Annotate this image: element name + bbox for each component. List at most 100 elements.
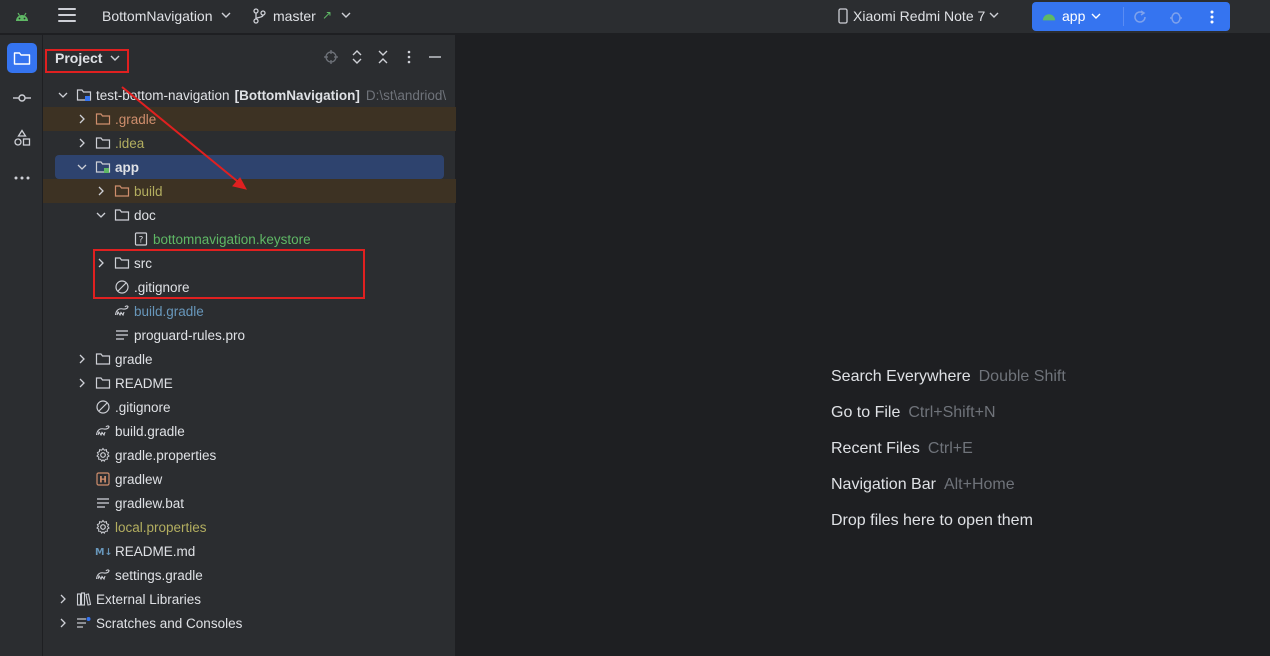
project-view-selector[interactable]: Project — [55, 50, 120, 66]
hide-panel-icon[interactable] — [428, 50, 442, 64]
project-panel: Project test-bottom-navigation [BottomNa… — [43, 35, 456, 656]
shell-script-icon: H — [96, 472, 110, 486]
tree-node-gitignore-file[interactable]: .gitignore — [43, 395, 456, 419]
tree-label: settings.gradle — [115, 567, 203, 583]
tree-label: README — [115, 375, 173, 391]
outgoing-commits-icon: ↗ — [322, 8, 333, 22]
hint-action: Drop files here to open them — [831, 512, 1033, 529]
tree-node-external-libraries[interactable]: External Libraries — [43, 587, 456, 611]
chevron-right-icon — [79, 138, 85, 148]
tree-node-proguard-file[interactable]: proguard-rules.pro — [43, 323, 456, 347]
collapse-all-icon[interactable] — [376, 50, 390, 64]
tree-label: .gradle — [115, 111, 157, 127]
folder-icon — [114, 209, 130, 221]
chevron-right-icon — [79, 378, 85, 388]
hint-navigation-bar: Navigation Bar Alt+Home — [831, 476, 1015, 494]
expand-all-icon[interactable] — [350, 50, 364, 64]
folder-icon — [95, 353, 111, 365]
tree-node-settings-gradle-file[interactable]: settings.gradle — [43, 563, 456, 587]
markdown-icon: M↓ — [95, 547, 111, 558]
rerun-icon[interactable] — [1132, 9, 1148, 25]
tree-node-gradlew-bat-file[interactable]: gradlew.bat — [43, 491, 456, 515]
project-panel-header: Project — [43, 35, 456, 80]
tree-node-readme-folder[interactable]: README — [43, 371, 456, 395]
folder-icon — [95, 113, 111, 125]
project-tool-button[interactable] — [7, 43, 37, 73]
project-view-label: Project — [55, 50, 103, 66]
tree-node-gradle-folder[interactable]: gradle — [43, 347, 456, 371]
commit-tool-button[interactable] — [7, 83, 37, 113]
chevron-down-icon[interactable] — [221, 10, 231, 20]
run-toolbar: app — [1032, 2, 1230, 31]
more-vertical-icon[interactable] — [1204, 9, 1220, 25]
tree-node-readme-md-file[interactable]: M↓ README.md — [43, 539, 456, 563]
chevron-down-icon[interactable] — [989, 10, 999, 20]
resource-manager-button[interactable] — [7, 123, 37, 153]
main-menu-icon[interactable] — [58, 8, 76, 24]
hint-shortcut: Ctrl+Shift+N — [908, 404, 996, 421]
tree-label: bottomnavigation.keystore — [153, 231, 311, 247]
tree-label: build — [134, 183, 163, 199]
hint-action: Recent Files — [831, 440, 920, 457]
tree-node-doc-dir[interactable]: doc — [43, 203, 456, 227]
more-horizontal-icon — [14, 176, 30, 180]
module-name: [BottomNavigation] — [234, 87, 360, 103]
tree-label: test-bottom-navigation — [96, 87, 230, 103]
project-selector[interactable]: BottomNavigation — [102, 8, 213, 24]
locate-file-icon[interactable] — [324, 50, 338, 64]
tree-node-root[interactable]: test-bottom-navigation [BottomNavigation… — [43, 83, 456, 107]
tree-label: gradlew.bat — [115, 495, 185, 511]
project-path: D:\st\andriod\ — [365, 87, 447, 103]
hint-search-everywhere: Search Everywhere Double Shift — [831, 368, 1066, 386]
tree-label: .idea — [115, 135, 145, 151]
tree-node-local-properties-file[interactable]: local.properties — [43, 515, 456, 539]
tree-label: gradle — [115, 351, 153, 367]
chevron-right-icon — [98, 186, 104, 196]
tree-node-idea-dir[interactable]: .idea — [43, 131, 456, 155]
device-selector[interactable]: Xiaomi Redmi Note 7 — [853, 8, 985, 24]
ignore-file-icon — [96, 400, 110, 414]
tree-node-keystore-file[interactable]: ? bottomnavigation.keystore — [43, 227, 456, 251]
chevron-right-icon — [79, 354, 85, 364]
tree-label: .gitignore — [115, 399, 171, 415]
chevron-right-icon — [79, 114, 85, 124]
chevron-down-icon[interactable] — [341, 10, 351, 20]
chevron-down-icon — [77, 164, 87, 170]
text-file-icon — [97, 498, 109, 508]
tree-label: External Libraries — [96, 591, 202, 607]
git-branch-icon — [253, 8, 266, 24]
run-config-selector[interactable]: app — [1042, 8, 1101, 24]
tree-node-gradlew-file[interactable]: H gradlew — [43, 467, 456, 491]
tree-node-gradle-dir[interactable]: .gradle — [43, 107, 456, 131]
options-icon[interactable] — [402, 50, 416, 64]
tree-node-build-gradle-file[interactable]: build.gradle — [43, 419, 456, 443]
tree-node-app-module[interactable]: app — [55, 155, 444, 179]
tree-node-scratches[interactable]: Scratches and Consoles — [43, 611, 456, 635]
tree-label: README.md — [115, 543, 196, 559]
chevron-right-icon — [60, 618, 66, 628]
tree-node-gradle-properties-file[interactable]: gradle.properties — [43, 443, 456, 467]
folder-icon — [95, 137, 111, 149]
folder-icon — [95, 377, 111, 389]
shapes-icon — [14, 129, 31, 146]
chevron-down-icon — [96, 212, 106, 218]
android-module-icon — [1042, 14, 1056, 21]
settings-gear-icon — [96, 447, 110, 463]
more-tools-button[interactable] — [7, 163, 37, 193]
debug-icon[interactable] — [1168, 9, 1184, 25]
chevron-down-icon — [110, 55, 120, 61]
hint-recent-files: Recent Files Ctrl+E — [831, 440, 973, 458]
tree-node-build-dir[interactable]: build — [43, 179, 456, 203]
tree-node-build-gradle-file[interactable]: build.gradle — [43, 299, 456, 323]
editor-area[interactable]: Search Everywhere Double Shift Go to File… — [457, 35, 1270, 656]
hint-shortcut: Alt+Home — [943, 476, 1015, 493]
phone-icon — [838, 8, 848, 24]
unknown-file-icon: ? — [134, 232, 148, 246]
gradle-icon — [95, 425, 110, 437]
run-config-label: app — [1062, 8, 1086, 24]
title-bar: BottomNavigation master ↗ Xiaomi Redmi N… — [0, 0, 1270, 34]
vcs-branch-selector[interactable]: master — [273, 8, 316, 24]
tree-label: build.gradle — [134, 303, 204, 319]
library-icon — [76, 592, 92, 606]
hint-action: Go to File — [831, 404, 901, 421]
